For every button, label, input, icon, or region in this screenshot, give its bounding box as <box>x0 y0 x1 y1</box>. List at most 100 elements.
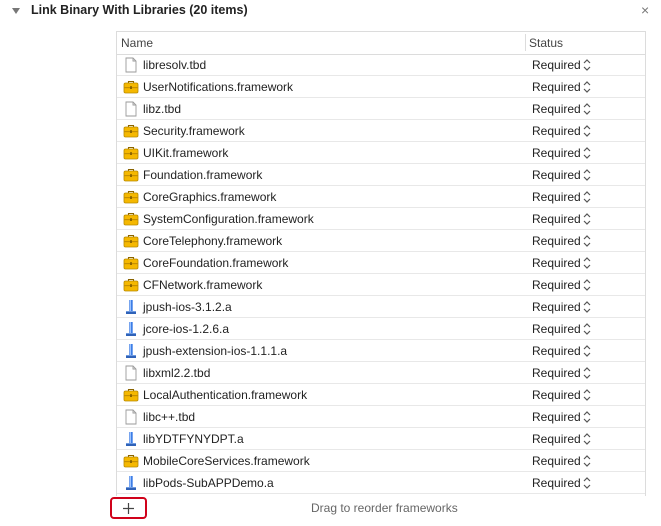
status-value[interactable]: Required <box>532 58 581 72</box>
status-stepper-icon[interactable] <box>583 366 591 380</box>
status-value[interactable]: Required <box>532 80 581 94</box>
framework-toolbox-icon <box>123 211 139 227</box>
table-row[interactable]: CoreFoundation.framework Required <box>117 252 645 274</box>
status-value[interactable]: Required <box>532 212 581 226</box>
status-value[interactable]: Required <box>532 146 581 160</box>
framework-toolbox-icon <box>123 189 139 205</box>
close-icon[interactable]: × <box>641 3 649 17</box>
tbd-file-icon <box>123 57 139 73</box>
status-value[interactable]: Required <box>532 432 581 446</box>
status-stepper-icon[interactable] <box>583 190 591 204</box>
framework-toolbox-icon <box>123 123 139 139</box>
status-value[interactable]: Required <box>532 366 581 380</box>
status-stepper-icon[interactable] <box>583 80 591 94</box>
add-library-button[interactable] <box>110 497 147 519</box>
table-row[interactable]: CoreTelephony.framework Required <box>117 230 645 252</box>
table-row[interactable]: SystemConfiguration.framework Required <box>117 208 645 230</box>
static-library-icon <box>123 343 139 359</box>
status-stepper-icon[interactable] <box>583 58 591 72</box>
library-name: UIKit.framework <box>143 146 229 160</box>
table-row[interactable]: libc++.tbd Required <box>117 406 645 428</box>
status-stepper-icon[interactable] <box>583 410 591 424</box>
static-library-icon <box>123 431 139 447</box>
table-row[interactable]: libYDTFYNYDPT.a Required <box>117 428 645 450</box>
status-value[interactable]: Required <box>532 278 581 292</box>
library-name: UserNotifications.framework <box>143 80 294 94</box>
table-row[interactable]: libPods-SubAPPDemo.a Required <box>117 472 645 494</box>
status-value[interactable]: Required <box>532 300 581 314</box>
status-stepper-icon[interactable] <box>583 454 591 468</box>
section-header: Link Binary With Libraries (20 items) × <box>0 0 661 24</box>
table-row[interactable]: libresolv.tbd Required <box>117 54 645 76</box>
column-header-name[interactable]: Name <box>121 36 153 50</box>
status-stepper-icon[interactable] <box>583 344 591 358</box>
remove-library-button[interactable] <box>151 497 171 519</box>
tbd-file-icon <box>123 101 139 117</box>
table-row[interactable]: MobileCoreServices.framework Required <box>117 450 645 472</box>
table-row[interactable]: UserNotifications.framework Required <box>117 76 645 98</box>
library-name: MobileCoreServices.framework <box>143 454 310 468</box>
library-name: jpush-ios-3.1.2.a <box>143 300 232 314</box>
table-row[interactable]: CoreGraphics.framework Required <box>117 186 645 208</box>
reorder-hint: Drag to reorder frameworks <box>311 501 458 515</box>
section-title: Link Binary With Libraries (20 items) <box>31 3 248 17</box>
status-stepper-icon[interactable] <box>583 300 591 314</box>
table-row[interactable]: libz.tbd Required <box>117 98 645 120</box>
library-name: libYDTFYNYDPT.a <box>143 432 244 446</box>
table-rows: libresolv.tbd Required UserNotifications… <box>117 54 645 494</box>
status-value[interactable]: Required <box>532 344 581 358</box>
status-stepper-icon[interactable] <box>583 146 591 160</box>
table-row[interactable]: LocalAuthentication.framework Required <box>117 384 645 406</box>
status-value[interactable]: Required <box>532 256 581 270</box>
status-stepper-icon[interactable] <box>583 168 591 182</box>
status-stepper-icon[interactable] <box>583 234 591 248</box>
table-row[interactable]: UIKit.framework Required <box>117 142 645 164</box>
tbd-file-icon <box>123 409 139 425</box>
table-row[interactable]: Security.framework Required <box>117 120 645 142</box>
framework-toolbox-icon <box>123 167 139 183</box>
status-stepper-icon[interactable] <box>583 476 591 490</box>
tbd-file-icon <box>123 365 139 381</box>
status-value[interactable]: Required <box>532 410 581 424</box>
status-value[interactable]: Required <box>532 454 581 468</box>
table-row[interactable]: jpush-extension-ios-1.1.1.a Required <box>117 340 645 362</box>
status-value[interactable]: Required <box>532 476 581 490</box>
plus-icon <box>123 503 134 514</box>
status-value[interactable]: Required <box>532 234 581 248</box>
static-library-icon <box>123 299 139 315</box>
library-name: libxml2.2.tbd <box>143 366 211 380</box>
status-value[interactable]: Required <box>532 190 581 204</box>
status-stepper-icon[interactable] <box>583 278 591 292</box>
framework-toolbox-icon <box>123 145 139 161</box>
status-stepper-icon[interactable] <box>583 212 591 226</box>
framework-toolbox-icon <box>123 453 139 469</box>
status-stepper-icon[interactable] <box>583 256 591 270</box>
library-name: CFNetwork.framework <box>143 278 263 292</box>
status-value[interactable]: Required <box>532 102 581 116</box>
library-name: libPods-SubAPPDemo.a <box>143 476 274 490</box>
table-row[interactable]: libxml2.2.tbd Required <box>117 362 645 384</box>
status-value[interactable]: Required <box>532 388 581 402</box>
status-value[interactable]: Required <box>532 168 581 182</box>
table-row[interactable]: jpush-ios-3.1.2.a Required <box>117 296 645 318</box>
table-row[interactable]: Foundation.framework Required <box>117 164 645 186</box>
library-name: CoreTelephony.framework <box>143 234 283 248</box>
status-stepper-icon[interactable] <box>583 102 591 116</box>
status-stepper-icon[interactable] <box>583 322 591 336</box>
status-value[interactable]: Required <box>532 124 581 138</box>
table-row[interactable]: jcore-ios-1.2.6.a Required <box>117 318 645 340</box>
column-header-status[interactable]: Status <box>529 36 563 50</box>
column-divider <box>525 34 526 51</box>
status-stepper-icon[interactable] <box>583 124 591 138</box>
disclosure-triangle-icon[interactable] <box>10 5 22 17</box>
library-name: CoreFoundation.framework <box>143 256 289 270</box>
table-row[interactable]: CFNetwork.framework Required <box>117 274 645 296</box>
status-value[interactable]: Required <box>532 322 581 336</box>
framework-toolbox-icon <box>123 387 139 403</box>
status-stepper-icon[interactable] <box>583 388 591 402</box>
status-stepper-icon[interactable] <box>583 432 591 446</box>
library-name: LocalAuthentication.framework <box>143 388 308 402</box>
static-library-icon <box>123 475 139 491</box>
framework-toolbox-icon <box>123 233 139 249</box>
library-name: CoreGraphics.framework <box>143 190 277 204</box>
